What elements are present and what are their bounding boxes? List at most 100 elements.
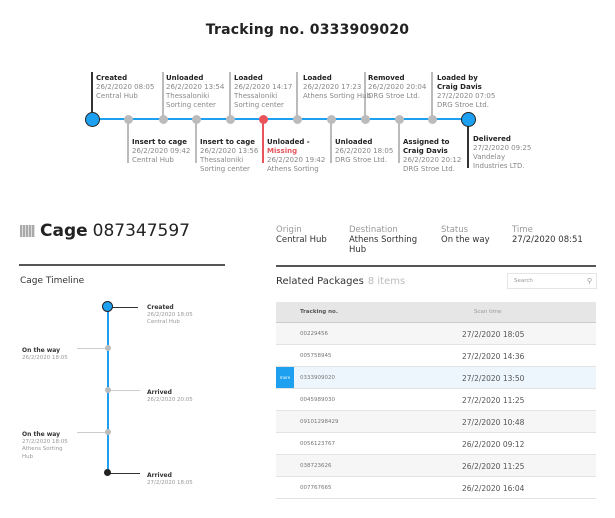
event-time: 26/2/2020 20:04 [368,83,427,91]
table-row[interactable]: 09101298429 27/2/2020 10:48 [276,411,596,433]
timeline-node[interactable] [394,114,404,124]
cage-node[interactable] [104,387,111,393]
table-row[interactable]: 007767665 26/2/2020 16:04 [276,477,596,499]
scan-time: 26/2/2020 09:12 [462,440,525,449]
cage-icon [20,225,35,237]
timeline-event: Loaded 26/2/2020 14:17 Thessaloniki Sort… [234,74,292,110]
timeline-node-missing[interactable] [258,114,268,124]
timeline-node[interactable] [225,114,235,124]
table-row[interactable]: 0056123767 26/2/2020 09:12 [276,433,596,455]
event-time: 26/2/2020 13:54 [166,83,225,91]
timeline-event: Removed 26/2/2020 20:04 DRG Stroe Ltd. [368,74,426,101]
event-time: 26/2/2020 17:23 [303,83,362,91]
cage-node[interactable] [104,345,111,351]
event-place: DRG Stroe Ltd. [335,156,387,164]
origin-label: Origin [276,225,302,235]
event-title: Arrived [147,472,172,479]
table-row[interactable]: 005758945 27/2/2020 14:36 [276,345,596,367]
tracking-no: 0056123767 [300,441,335,447]
search-input[interactable]: Search ⚲ [507,273,597,289]
cage-timeline-title: Cage Timeline [20,276,85,286]
scan-time: 27/2/2020 13:50 [462,374,525,383]
timeline-event: Loaded by Craig Davis 27/2/2020 07:05 DR… [437,74,495,110]
cage-node-end[interactable] [104,469,111,476]
cage-node-start[interactable] [102,301,113,312]
tracking-no: 0333909020 [300,375,335,381]
scan-time: 27/2/2020 11:25 [462,396,525,405]
destination-value: Athens Sorthing [349,235,418,245]
time-label: Time [512,225,533,235]
cage-timeline-stem [77,348,105,350]
table-row-selected[interactable]: more 0333909020 27/2/2020 13:50 [276,367,596,389]
event-time: 26/2/2020 13:56 [200,147,259,155]
table-header: Tracking no. Scan time [276,302,596,323]
table-row[interactable]: 00229456 27/2/2020 18:05 [276,323,596,345]
event-title: On the way [22,347,61,354]
cage-event: On the way 27/2/2020 18:05 Athens Sortin… [22,431,68,461]
status-value: On the way [441,235,490,245]
tracking-no: 00229456 [300,331,328,337]
column-scan-time[interactable]: Scan time [474,309,502,315]
event-time: 26/2/2020 20:12 [403,156,462,164]
info-destination: Destination Athens Sorthing Hub [349,225,417,255]
timeline-node[interactable] [158,114,168,124]
timeline-node-start[interactable] [84,111,100,127]
scan-time: 26/2/2020 16:04 [462,484,525,493]
event-place: Hub [22,453,34,460]
event-place: Vandelay [473,153,506,161]
event-time: 26/2/2020 19:42 [267,156,326,164]
timeline-event: Created 26/2/2020 08:05 Central Hub [96,74,154,101]
timeline-node[interactable] [191,114,201,124]
timeline-stem [195,121,197,163]
scan-time: 27/2/2020 18:05 [462,330,525,339]
timeline-stem [398,121,400,163]
event-title: On the way [22,431,61,438]
cage-timeline-stem [77,432,105,434]
origin-value: Central Hub [276,235,327,245]
related-packages-table: Tracking no. Scan time 00229456 27/2/202… [276,302,596,499]
cage-node[interactable] [104,429,111,435]
destination-value-2: Hub [349,245,367,255]
timeline-stem [91,72,93,112]
timeline-node-end[interactable] [460,111,476,127]
search-icon[interactable]: ⚲ [587,277,592,285]
event-place: Athens Sorting [22,446,63,452]
event-title: Assigned to [403,138,450,146]
timeline-node[interactable] [326,114,336,124]
timeline-event: Unloaded 26/2/2020 13:54 Thessaloniki So… [166,74,224,110]
cage-header: Cage 087347597 [20,221,190,241]
tracking-timeline: Created 26/2/2020 08:05 Central Hub Unlo… [0,0,615,200]
cage-label: Cage [40,221,88,241]
event-title: Created [96,74,128,82]
info-time: Time 27/2/2020 08:51 [512,225,583,245]
event-title: Insert to cage [132,138,187,146]
cage-event: Created 26/2/2020 18:05 Central Hub [147,304,193,327]
time-value: 27/2/2020 08:51 [512,235,583,245]
timeline-node[interactable] [123,114,133,124]
timeline-node[interactable] [360,114,370,124]
cage-timeline-stem [110,390,140,392]
event-time: 26/2/2020 14:17 [234,83,293,91]
cage-event: On the way 26/2/2020 18:05 [22,347,68,362]
info-status: Status On the way [441,225,490,245]
more-button[interactable]: more [276,367,294,388]
event-place: Thessaloniki [200,156,244,164]
event-place: DRG Stroe Ltd. [437,101,489,109]
table-row[interactable]: 0045989030 27/2/2020 11:25 [276,389,596,411]
column-tracking-no[interactable]: Tracking no. [300,309,338,315]
timeline-node[interactable] [292,114,302,124]
event-place: Industries LTD. [473,162,525,170]
event-title: Created [147,304,174,311]
event-title-2: Craig Davis [437,83,482,91]
table-row[interactable]: 038723626 26/2/2020 11:25 [276,455,596,477]
event-status-missing: Missing [267,147,298,155]
tracking-no: 038723626 [300,463,332,469]
timeline-node[interactable] [427,114,437,124]
cage-timeline-stem [112,307,138,309]
timeline-stem [467,126,469,168]
event-place: Thessaloniki [234,92,278,100]
scan-time: 26/2/2020 11:25 [462,462,525,471]
divider [276,265,596,267]
timeline-event: Insert to cage 26/2/2020 09:42 Central H… [132,138,190,165]
timeline-event: Insert to cage 26/2/2020 13:56 Thessalon… [200,138,258,174]
